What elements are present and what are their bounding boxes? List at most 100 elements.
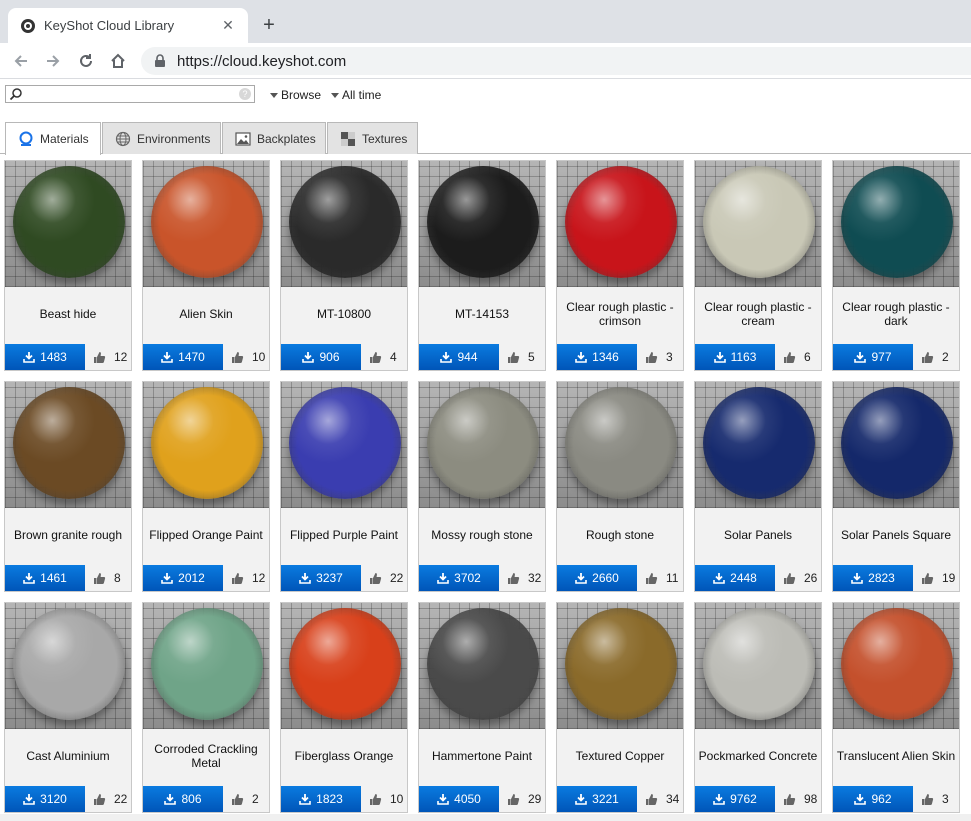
- like-button[interactable]: 32: [501, 565, 545, 591]
- download-button[interactable]: 4050: [419, 786, 499, 812]
- material-card[interactable]: Pockmarked Concrete 9762 98: [694, 602, 822, 813]
- material-thumbnail[interactable]: [5, 161, 131, 287]
- download-button[interactable]: 3120: [5, 786, 85, 812]
- like-button[interactable]: 2: [915, 344, 959, 370]
- like-button[interactable]: 5: [501, 344, 545, 370]
- browse-dropdown[interactable]: Browse: [270, 88, 321, 102]
- download-button[interactable]: 3237: [281, 565, 361, 591]
- like-button[interactable]: 98: [777, 786, 821, 812]
- download-button[interactable]: 1483: [5, 344, 85, 370]
- material-card[interactable]: Translucent Alien Skin 962 3: [832, 602, 960, 813]
- material-thumbnail[interactable]: [419, 603, 545, 729]
- close-tab-icon[interactable]: ✕: [220, 17, 236, 34]
- like-button[interactable]: 3: [915, 786, 959, 812]
- like-button[interactable]: 22: [363, 565, 407, 591]
- tab-materials[interactable]: Materials: [5, 122, 101, 155]
- download-button[interactable]: 2660: [557, 565, 637, 591]
- material-card[interactable]: Beast hide 1483 12: [4, 160, 132, 371]
- like-button[interactable]: 10: [225, 344, 269, 370]
- search-input[interactable]: [26, 86, 236, 102]
- material-thumbnail[interactable]: [695, 161, 821, 287]
- material-card[interactable]: Hammertone Paint 4050 29: [418, 602, 546, 813]
- download-button[interactable]: 977: [833, 344, 913, 370]
- material-thumbnail[interactable]: [281, 161, 407, 287]
- browser-tab[interactable]: KeyShot Cloud Library ✕: [8, 8, 248, 43]
- like-button[interactable]: 8: [87, 565, 131, 591]
- like-button[interactable]: 3: [639, 344, 683, 370]
- material-thumbnail[interactable]: [5, 382, 131, 508]
- address-bar[interactable]: https://cloud.keyshot.com: [141, 47, 971, 75]
- like-button[interactable]: 26: [777, 565, 821, 591]
- download-button[interactable]: 944: [419, 344, 499, 370]
- like-button[interactable]: 34: [639, 786, 683, 812]
- tab-textures[interactable]: Textures: [327, 122, 418, 154]
- time-dropdown[interactable]: All time: [331, 88, 381, 102]
- download-button[interactable]: 2448: [695, 565, 775, 591]
- material-thumbnail[interactable]: [833, 161, 959, 287]
- material-thumbnail[interactable]: [695, 603, 821, 729]
- download-button[interactable]: 1461: [5, 565, 85, 591]
- like-button[interactable]: 29: [501, 786, 545, 812]
- download-button[interactable]: 1470: [143, 344, 223, 370]
- material-thumbnail[interactable]: [833, 382, 959, 508]
- like-button[interactable]: 6: [777, 344, 821, 370]
- material-thumbnail[interactable]: [281, 382, 407, 508]
- like-button[interactable]: 10: [363, 786, 407, 812]
- material-thumbnail[interactable]: [5, 603, 131, 729]
- material-thumbnail[interactable]: [143, 603, 269, 729]
- tab-backplates[interactable]: Backplates: [222, 122, 326, 154]
- download-button[interactable]: 3702: [419, 565, 499, 591]
- download-button[interactable]: 1346: [557, 344, 637, 370]
- new-tab-icon[interactable]: +: [258, 14, 280, 36]
- material-thumbnail[interactable]: [143, 161, 269, 287]
- material-card[interactable]: Textured Copper 3221 34: [556, 602, 684, 813]
- like-button[interactable]: 19: [915, 565, 959, 591]
- material-card[interactable]: Flipped Purple Paint 3237 22: [280, 381, 408, 592]
- material-card[interactable]: Fiberglass Orange 1823 10: [280, 602, 408, 813]
- material-thumbnail[interactable]: [419, 382, 545, 508]
- like-button[interactable]: 22: [87, 786, 131, 812]
- tab-environments[interactable]: Environments: [102, 122, 221, 154]
- material-thumbnail[interactable]: [557, 161, 683, 287]
- material-card[interactable]: Clear rough plastic - crimson 1346 3: [556, 160, 684, 371]
- material-card[interactable]: Mossy rough stone 3702 32: [418, 381, 546, 592]
- help-icon[interactable]: ?: [239, 88, 251, 100]
- material-thumbnail[interactable]: [557, 603, 683, 729]
- reload-icon[interactable]: [75, 50, 97, 72]
- download-button[interactable]: 1163: [695, 344, 775, 370]
- horizontal-scrollbar[interactable]: [0, 814, 971, 821]
- material-thumbnail[interactable]: [281, 603, 407, 729]
- download-button[interactable]: 2823: [833, 565, 913, 591]
- material-card[interactable]: Clear rough plastic - cream 1163 6: [694, 160, 822, 371]
- like-button[interactable]: 2: [225, 786, 269, 812]
- material-thumbnail[interactable]: [419, 161, 545, 287]
- material-thumbnail[interactable]: [143, 382, 269, 508]
- material-card[interactable]: Clear rough plastic - dark 977 2: [832, 160, 960, 371]
- download-button[interactable]: 2012: [143, 565, 223, 591]
- material-thumbnail[interactable]: [557, 382, 683, 508]
- back-icon[interactable]: [10, 50, 32, 72]
- material-card[interactable]: Brown granite rough 1461 8: [4, 381, 132, 592]
- material-card[interactable]: Rough stone 2660 11: [556, 381, 684, 592]
- material-card[interactable]: Alien Skin 1470 10: [142, 160, 270, 371]
- material-thumbnail[interactable]: [833, 603, 959, 729]
- like-button[interactable]: 12: [225, 565, 269, 591]
- download-button[interactable]: 1823: [281, 786, 361, 812]
- material-card[interactable]: Solar Panels Square 2823 19: [832, 381, 960, 592]
- like-button[interactable]: 12: [87, 344, 131, 370]
- like-button[interactable]: 11: [639, 565, 683, 591]
- material-card[interactable]: Corroded Crackling Metal 806 2: [142, 602, 270, 813]
- material-thumbnail[interactable]: [695, 382, 821, 508]
- material-card[interactable]: MT-10800 906 4: [280, 160, 408, 371]
- material-card[interactable]: Flipped Orange Paint 2012 12: [142, 381, 270, 592]
- like-button[interactable]: 4: [363, 344, 407, 370]
- download-button[interactable]: 962: [833, 786, 913, 812]
- material-card[interactable]: MT-14153 944 5: [418, 160, 546, 371]
- download-button[interactable]: 9762: [695, 786, 775, 812]
- material-card[interactable]: Solar Panels 2448 26: [694, 381, 822, 592]
- material-card[interactable]: Cast Aluminium 3120 22: [4, 602, 132, 813]
- search-field[interactable]: ?: [5, 85, 255, 103]
- home-icon[interactable]: [107, 50, 129, 72]
- download-button[interactable]: 3221: [557, 786, 637, 812]
- forward-icon[interactable]: [42, 50, 64, 72]
